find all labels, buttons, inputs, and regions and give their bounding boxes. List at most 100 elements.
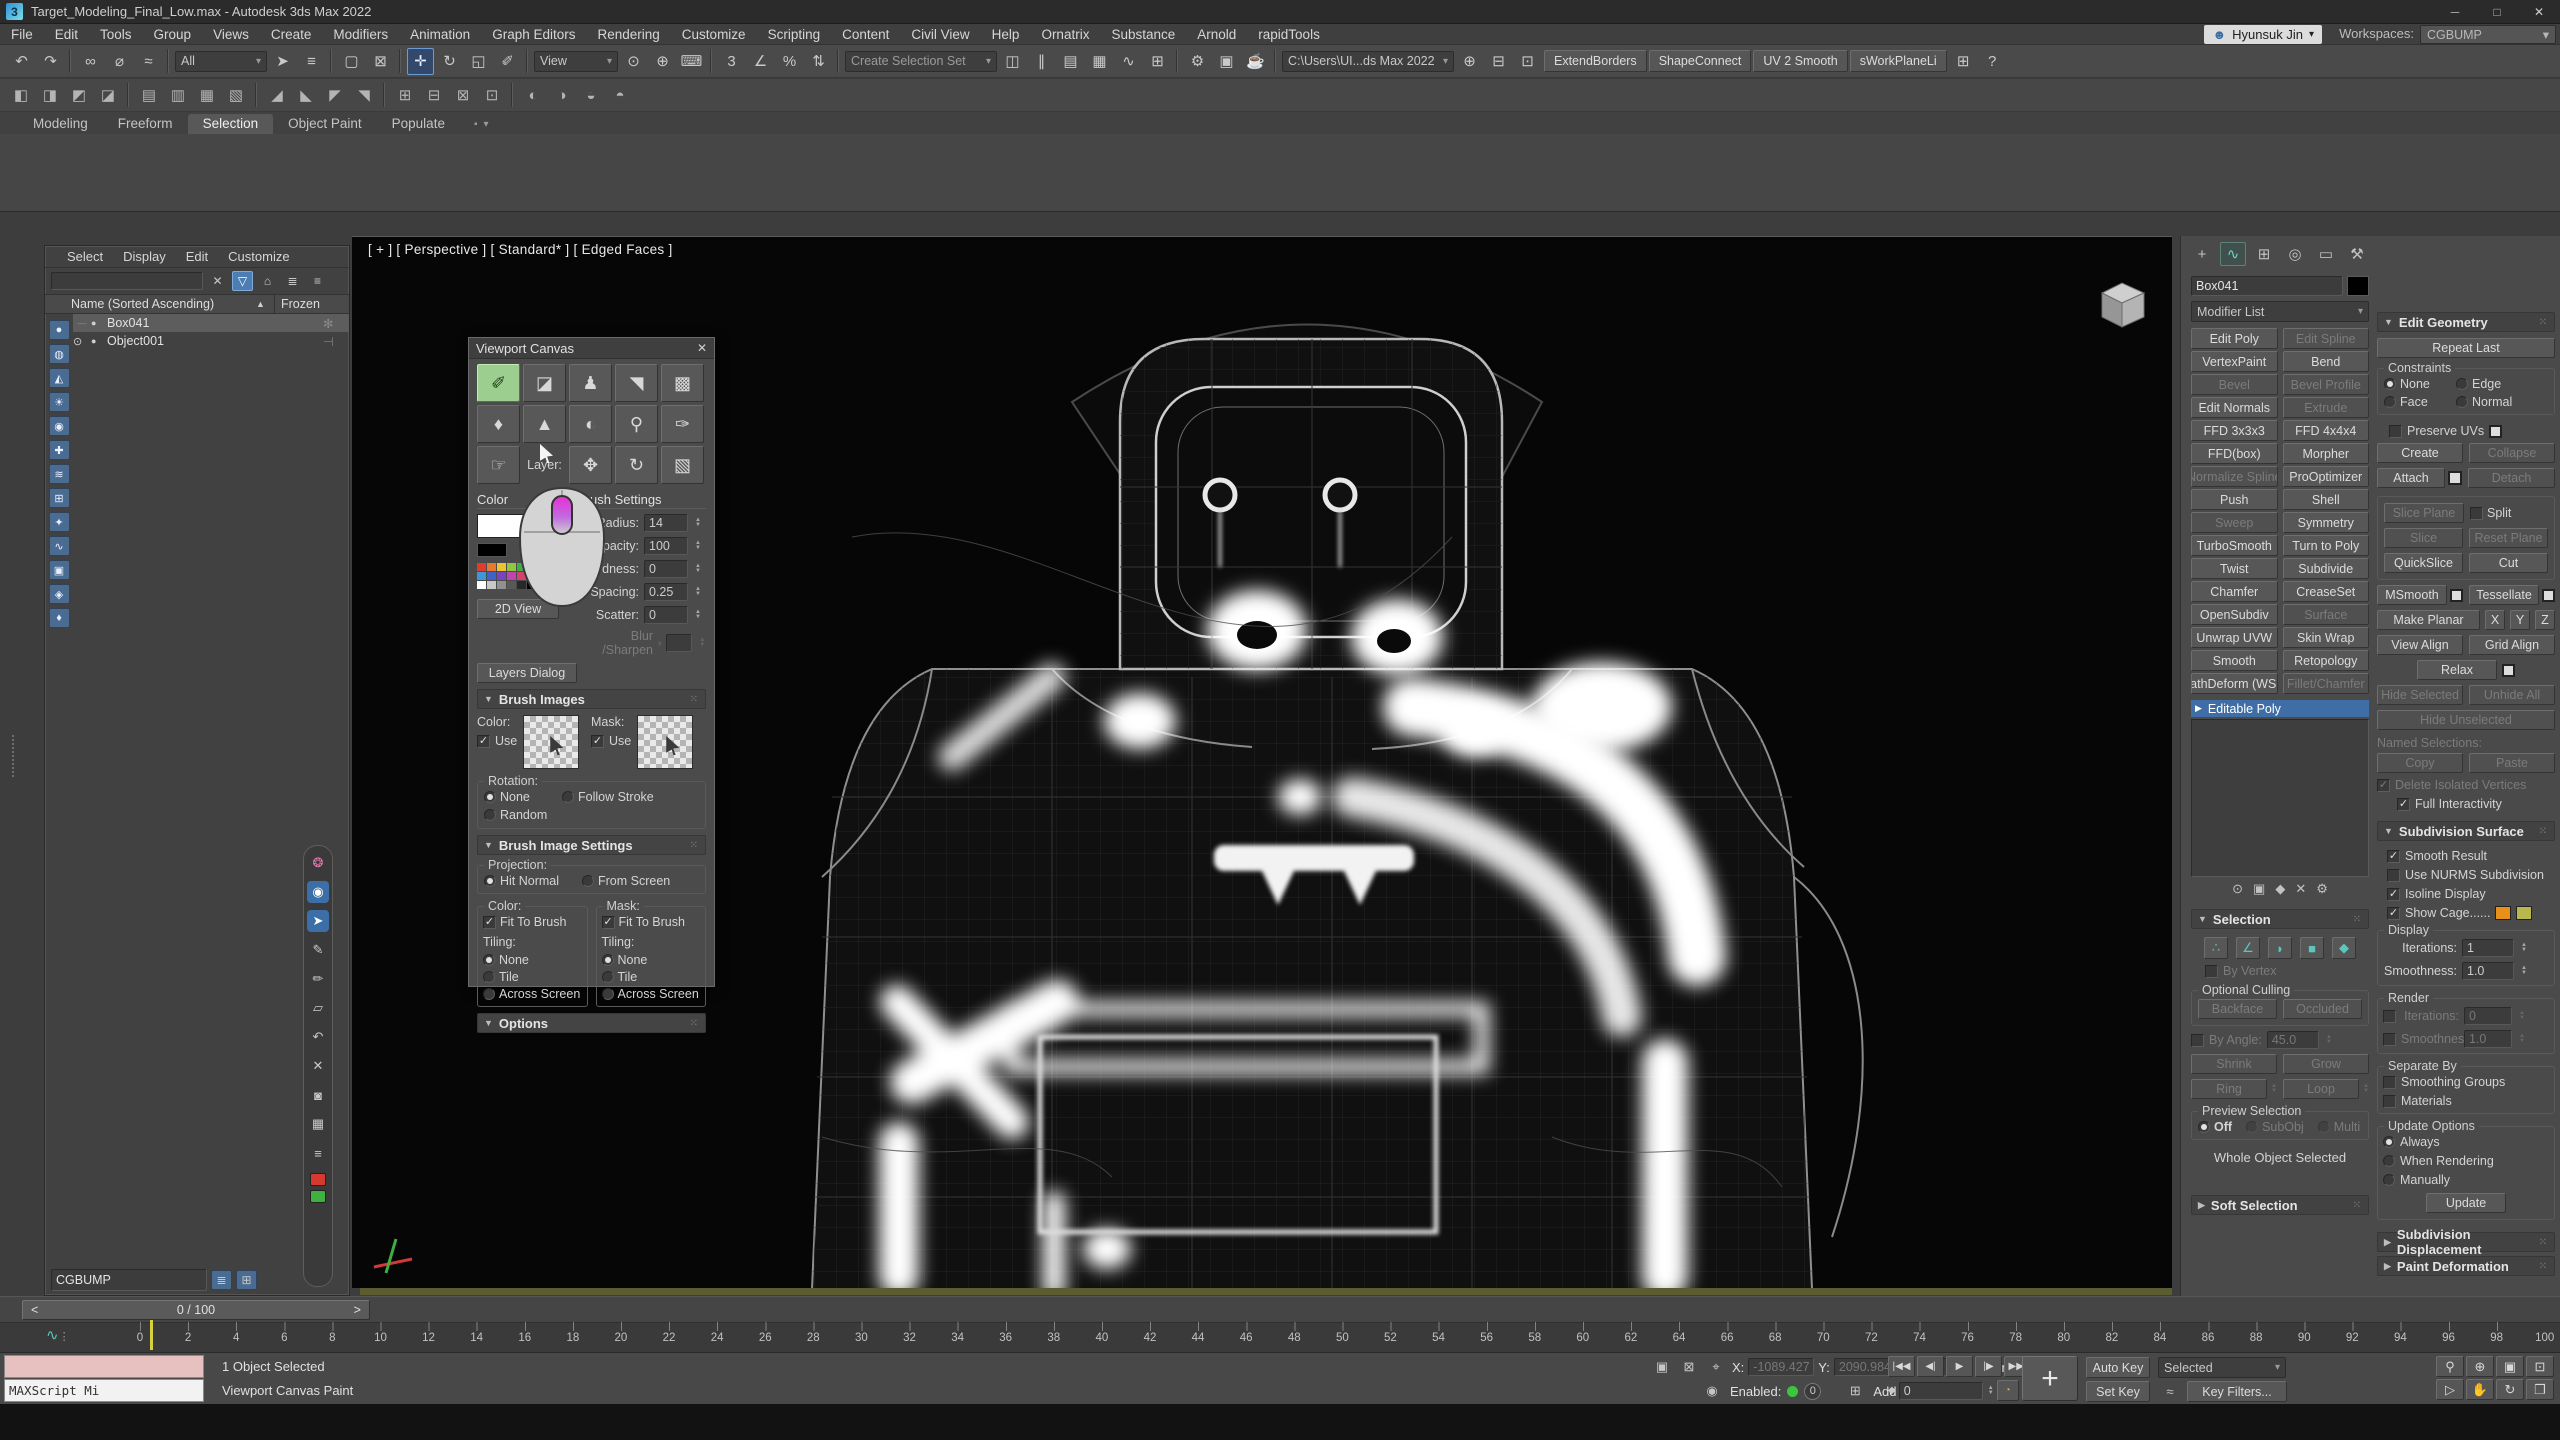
display-all-icon[interactable]: ●	[49, 320, 70, 340]
keyboard-override-icon[interactable]: ⌨	[678, 48, 705, 75]
menu-item[interactable]: Views	[202, 27, 260, 42]
render-iterations-checkbox[interactable]	[2383, 1010, 2396, 1023]
ribbon-separator[interactable]	[383, 83, 386, 107]
attach-tool-icon[interactable]: ⊟	[421, 82, 447, 108]
next-frame-arrow[interactable]: >	[354, 1303, 361, 1317]
hit-normal-radio[interactable]	[484, 875, 496, 887]
slice-button[interactable]: Slice	[2384, 528, 2463, 548]
use-mask-checkbox[interactable]	[591, 735, 604, 748]
loop-button[interactable]: Loop	[2283, 1079, 2359, 1099]
project-path-combo[interactable]: C:\Users\UI...ds Max 2022▾	[1282, 51, 1454, 72]
modifier-button[interactable]: FFD(box)	[2191, 443, 2278, 464]
brush-image-settings-rollout[interactable]: ▼Brush Image Settings⁙	[477, 835, 706, 855]
modifier-button[interactable]: Symmetry	[2283, 512, 2370, 533]
hardness-field[interactable]: 0	[644, 560, 688, 578]
paint-deformation-rollout[interactable]: ▶Paint Deformation⁙	[2377, 1256, 2555, 1276]
grow-selection-icon[interactable]: ▥	[165, 82, 191, 108]
options-rollout[interactable]: ▼Options⁙	[477, 1013, 706, 1033]
color-brush-thumbnail[interactable]	[523, 715, 579, 769]
fit-to-brush-checkbox[interactable]	[602, 916, 615, 929]
search-input[interactable]	[51, 272, 203, 290]
clear-search-icon[interactable]: ✕	[207, 271, 228, 291]
update-always-radio[interactable]	[2383, 1136, 2395, 1148]
split-checkbox[interactable]	[2470, 507, 2483, 520]
custom-script-button[interactable]: ShapeConnect	[1649, 50, 1752, 72]
copy-button[interactable]: Copy	[2377, 753, 2463, 773]
hide-unselected-button[interactable]: Hide Unselected	[2377, 710, 2555, 730]
subdivision-displacement-rollout[interactable]: ▶Subdivision Displacement⁙	[2377, 1232, 2555, 1252]
display-spacewarps-icon[interactable]: ≋	[49, 464, 70, 484]
modifier-button[interactable]: VertexPaint	[2191, 351, 2278, 372]
angle-snap-icon[interactable]: ∠	[747, 48, 774, 75]
modifier-button[interactable]: Morpher	[2283, 443, 2370, 464]
modifier-button[interactable]: Shell	[2283, 489, 2370, 510]
display-cameras-icon[interactable]: ◉	[49, 416, 70, 436]
go-to-start-icon[interactable]: |◀◀	[1888, 1356, 1915, 1377]
selection-filter-select[interactable]: All▾	[175, 51, 267, 72]
tiling-across-radio[interactable]	[602, 988, 614, 1000]
paste-button[interactable]: Paste	[2469, 753, 2555, 773]
use-color-checkbox[interactable]	[477, 735, 490, 748]
shape-tool-icon[interactable]: ▱	[307, 997, 329, 1019]
tiling-none-radio[interactable]	[602, 954, 614, 966]
grid-align-button[interactable]: Grid Align	[2469, 635, 2555, 655]
modifier-button[interactable]: Edit Spline	[2283, 328, 2370, 349]
scatter-field[interactable]: 0	[644, 606, 688, 624]
palette-swatch[interactable]	[477, 572, 486, 580]
ribbon-separator[interactable]	[255, 83, 258, 107]
key-curve-icon[interactable]: ≈	[2158, 1382, 2182, 1402]
preview-multi-radio[interactable]	[2318, 1121, 2330, 1133]
display-iterations-field[interactable]: 1	[2462, 939, 2514, 957]
maxscript-mini-listener[interactable]: MAXScript Mi	[4, 1379, 204, 1402]
layers-dialog-button[interactable]: Layers Dialog	[477, 663, 577, 683]
subdivision-icon[interactable]: ◐	[520, 82, 546, 108]
brush-images-rollout[interactable]: ▼Brush Images⁙	[477, 689, 706, 709]
background-color-swatch[interactable]	[477, 543, 507, 557]
selection-lock-icon[interactable]: ⊠	[1677, 1357, 1701, 1377]
palette-swatch[interactable]	[497, 572, 506, 580]
modifier-button[interactable]: Twist	[2191, 558, 2278, 579]
undo-annotation-icon[interactable]: ↶	[307, 1026, 329, 1048]
select-and-scale-icon[interactable]: ◱	[465, 48, 492, 75]
render-setup-icon[interactable]: ⚙	[1184, 48, 1211, 75]
redo-icon[interactable]: ↷	[37, 48, 64, 75]
polygon-subobject-icon[interactable]: ■	[2300, 937, 2324, 959]
viewport-label[interactable]: [ + ] [ Perspective ] [ Standard* ] [ Ed…	[368, 242, 673, 257]
align-icon[interactable]: ∥	[1028, 48, 1055, 75]
configure-modifier-sets-icon[interactable]: ⚙	[2316, 881, 2328, 897]
display-smoothness-field[interactable]: 1.0	[2462, 962, 2514, 980]
opacity-field[interactable]: 100	[644, 537, 688, 555]
menu-item[interactable]: Customize	[671, 27, 757, 42]
display-geometry-icon[interactable]: ◍	[49, 344, 70, 364]
snap-toggle-3d-icon[interactable]: 3	[718, 48, 745, 75]
use-nurms-checkbox[interactable]	[2387, 869, 2400, 882]
modifier-button[interactable]: Turn to Poly	[2283, 535, 2370, 556]
smooth-result-checkbox[interactable]	[2387, 850, 2400, 863]
modifier-button[interactable]: CreaseSet	[2283, 581, 2370, 602]
tab-utilities[interactable]: ⚒	[2344, 242, 2370, 266]
dodge-burn-tool[interactable]: ◐	[569, 405, 612, 443]
create-button[interactable]: Create	[2377, 443, 2463, 463]
rectangular-selection-icon[interactable]: ▢	[338, 48, 365, 75]
eraser-tool[interactable]: ◪	[523, 364, 566, 402]
border-subobject-icon[interactable]: ◗	[2268, 937, 2292, 959]
schematic-view-icon[interactable]: ⊞	[1144, 48, 1171, 75]
render-smoothness-field[interactable]: 1.0	[2464, 1030, 2512, 1048]
ribbon-minimize-icon[interactable]: ▾	[484, 119, 489, 130]
modifier-button[interactable]: Retopology	[2283, 650, 2370, 671]
reference-coordinate-select[interactable]: View▾	[534, 51, 618, 72]
vertex-subobject-icon[interactable]: ∴	[2204, 937, 2228, 959]
tab-create[interactable]: +	[2189, 242, 2215, 266]
previous-frame-arrow[interactable]: <	[31, 1303, 38, 1317]
custom-script-button[interactable]: ExtendBorders	[1544, 50, 1647, 72]
cage-color-swatch[interactable]	[2495, 906, 2511, 920]
modifier-button[interactable]: Edit Normals	[2191, 397, 2278, 418]
modifier-button[interactable]: Edit Poly	[2191, 328, 2278, 349]
modifier-stack-entry[interactable]: ▶ Editable Poly	[2191, 700, 2369, 717]
menu-item[interactable]: Arnold	[1186, 27, 1247, 42]
display-containers-icon[interactable]: ▣	[49, 560, 70, 580]
dock-handle[interactable]	[12, 735, 16, 777]
annotation-logo-icon[interactable]: ❂	[307, 852, 329, 874]
modifier-stack-list[interactable]	[2191, 719, 2369, 877]
tab-display[interactable]: ▭	[2313, 242, 2339, 266]
